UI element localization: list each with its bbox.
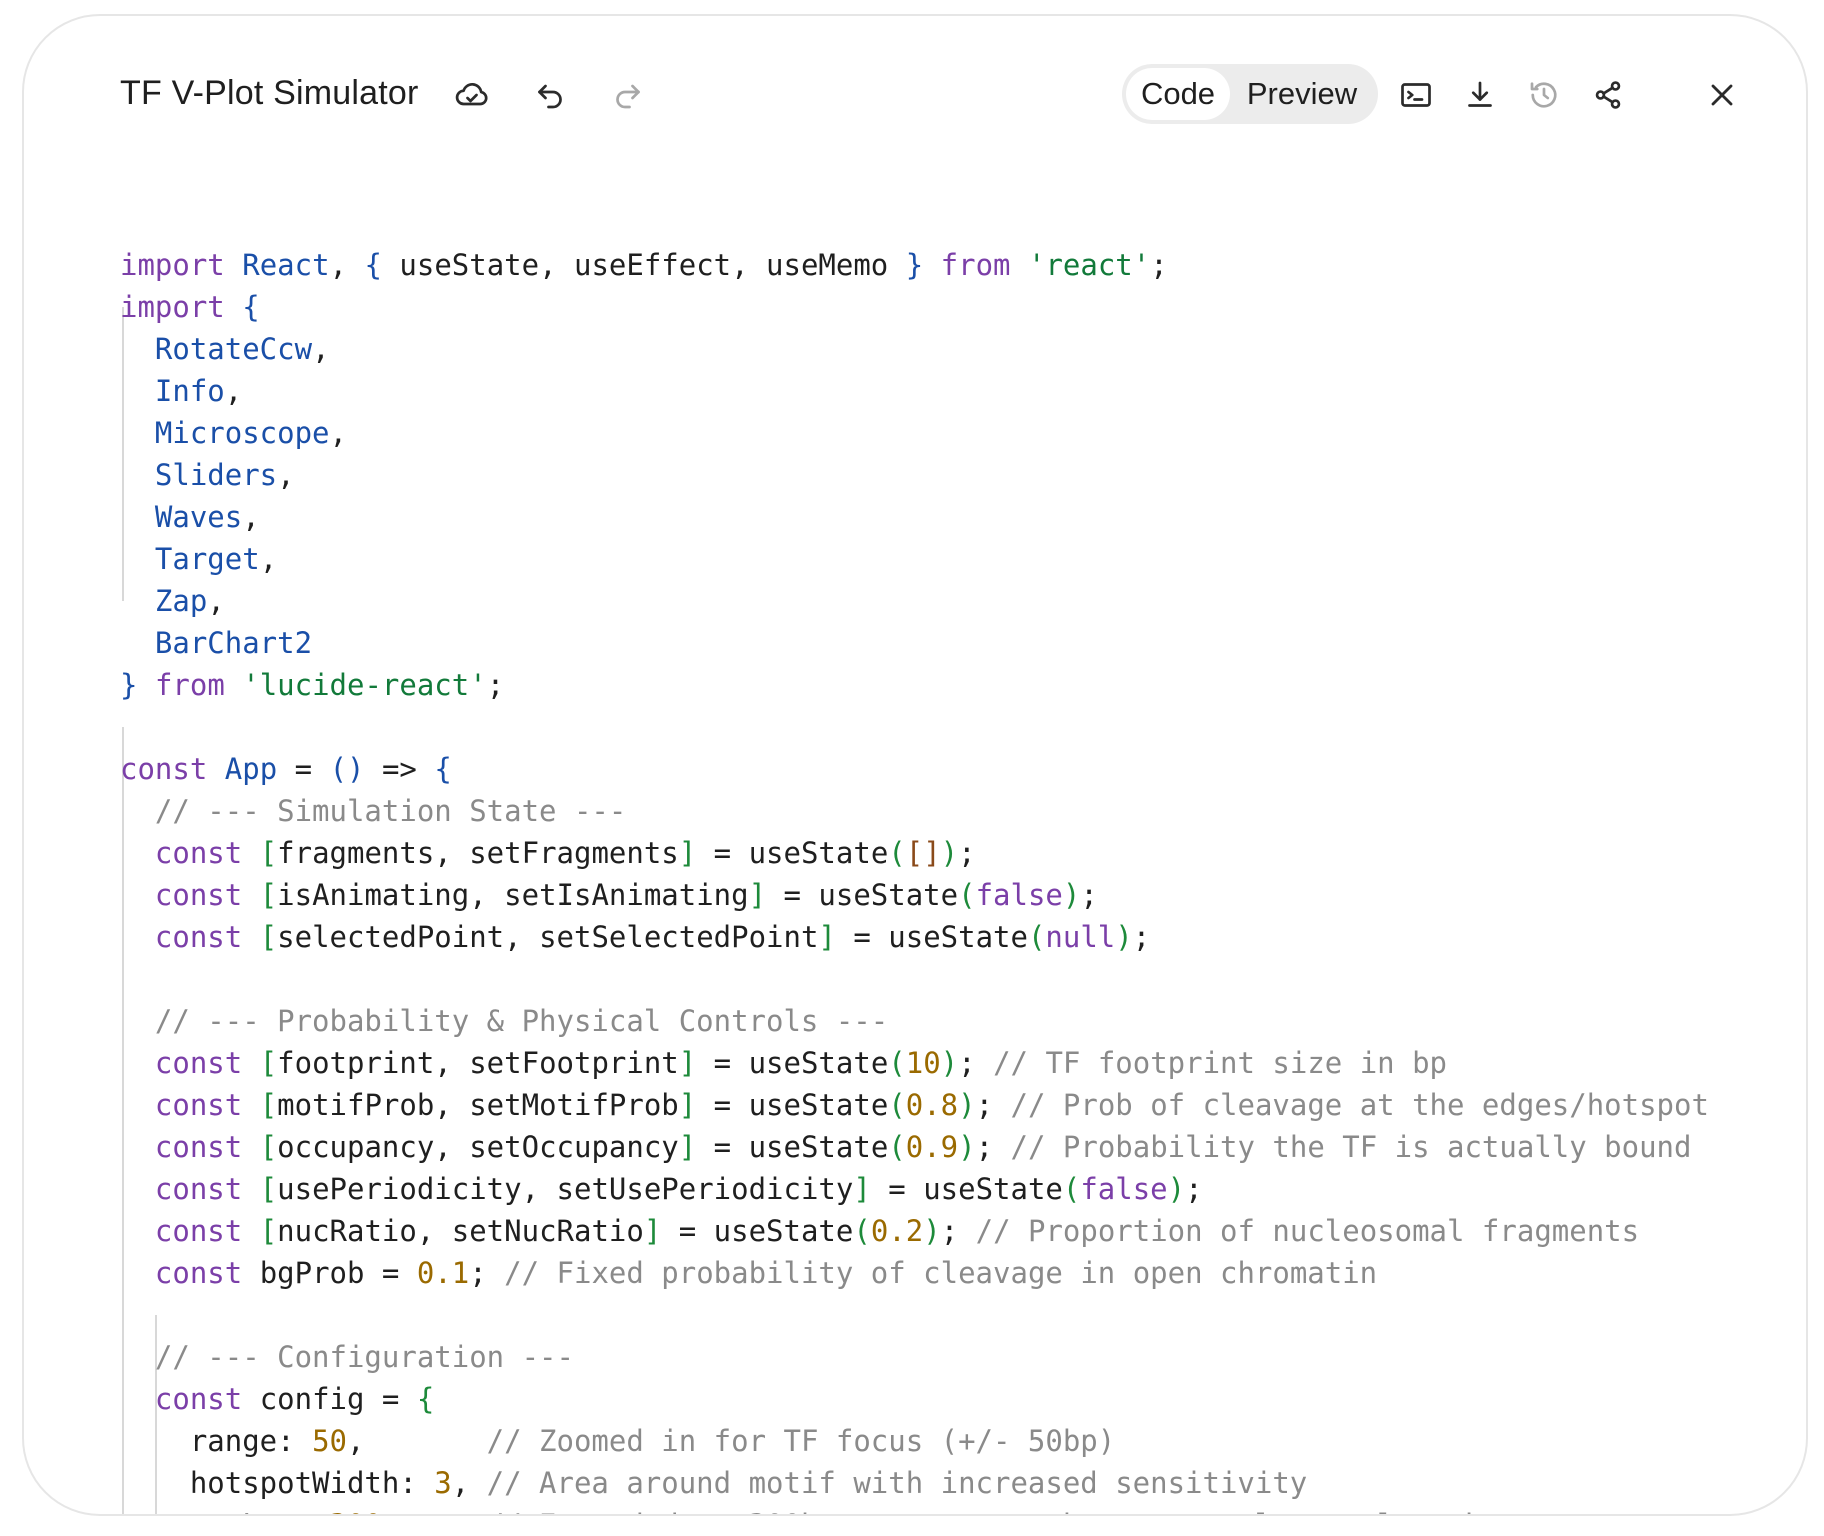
code-line: Info, xyxy=(154,374,243,408)
cloud-sync-icon[interactable] xyxy=(450,73,494,117)
code-line: // --- Configuration --- xyxy=(154,1340,574,1374)
code-line: Microscope, xyxy=(154,416,347,450)
code-line: Zap, xyxy=(154,584,225,618)
code-line: import { xyxy=(120,290,260,324)
code-line: const [motifProb, setMotifProb] = useSta… xyxy=(154,1088,1709,1122)
history-icon[interactable] xyxy=(1522,73,1566,117)
code-line: const [nucRatio, setNucRatio] = useState… xyxy=(154,1214,1640,1248)
code-editor[interactable]: import React, { useState, useEffect, use… xyxy=(120,244,1806,1514)
close-icon[interactable] xyxy=(1700,73,1744,117)
code-line: const [isAnimating, setIsAnimating] = us… xyxy=(154,878,1098,912)
code-line: const [occupancy, setOccupancy] = useSta… xyxy=(154,1130,1692,1164)
code-line: // --- Simulation State --- xyxy=(154,794,627,828)
download-icon[interactable] xyxy=(1458,73,1502,117)
code-line: const [usePeriodicity, setUsePeriodicity… xyxy=(154,1172,1203,1206)
redo-icon[interactable] xyxy=(606,73,650,117)
code-line: maxLen: 300, // Extended to 300bp to cap… xyxy=(120,1504,1806,1514)
app-window: TF V-Plot Simulator Code Preview import … xyxy=(22,14,1808,1516)
code-line: range: 50, // Zoomed in for TF focus (+/… xyxy=(120,1424,1116,1458)
undo-icon[interactable] xyxy=(528,73,572,117)
code-line: Target, xyxy=(154,542,278,576)
code-line: Sliders, xyxy=(154,458,295,492)
code-line: Waves, xyxy=(154,500,260,534)
code-line: } from 'lucide-react'; xyxy=(120,668,505,702)
code-line: const bgProb = 0.1; // Fixed probability… xyxy=(154,1256,1378,1290)
code-line: const config = { xyxy=(154,1382,435,1416)
code-line: const App = () => { xyxy=(120,752,452,786)
code-line: const [footprint, setFootprint] = useSta… xyxy=(154,1046,1448,1080)
share-icon[interactable] xyxy=(1586,73,1630,117)
code-tab[interactable]: Code xyxy=(1126,68,1230,120)
preview-tab[interactable]: Preview xyxy=(1230,68,1374,120)
terminal-icon[interactable] xyxy=(1394,73,1438,117)
view-toggle: Code Preview xyxy=(1122,64,1378,124)
code-line: RotateCcw, xyxy=(154,332,330,366)
code-line: hotspotWidth: 3, // Area around motif wi… xyxy=(120,1466,1308,1500)
code-line: const [selectedPoint, setSelectedPoint] … xyxy=(154,920,1151,954)
code-line: const [fragments, setFragments] = useSta… xyxy=(154,836,976,870)
code-line: BarChart2 xyxy=(154,626,313,660)
code-line: import React, { useState, useEffect, use… xyxy=(120,248,1168,282)
document-title: TF V-Plot Simulator xyxy=(120,74,419,112)
code-line: // --- Probability & Physical Controls -… xyxy=(154,1004,889,1038)
